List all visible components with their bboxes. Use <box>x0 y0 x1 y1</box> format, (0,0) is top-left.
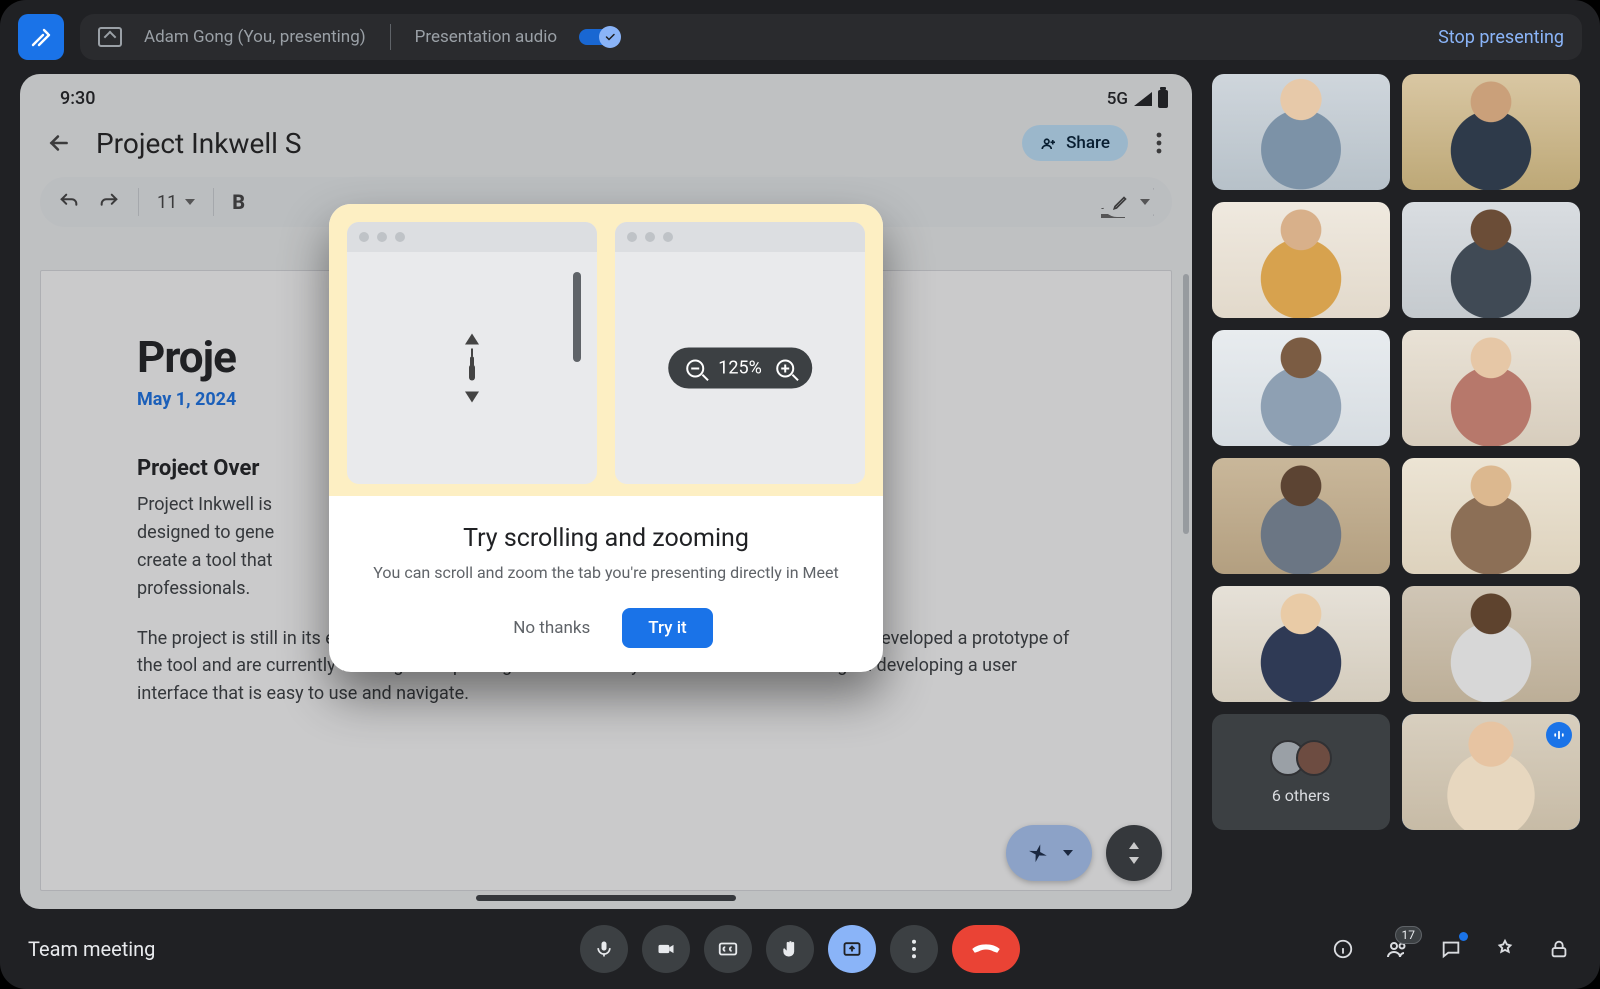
dialog-illustration: 125% <box>329 204 883 496</box>
zoom-out-icon <box>686 359 704 377</box>
others-tile[interactable]: 6 others <box>1212 714 1390 830</box>
caret-down-icon <box>185 199 195 205</box>
participant-tile[interactable]: Mai Oneill <box>1212 330 1390 446</box>
font-size-value: 11 <box>157 192 177 213</box>
chat-button[interactable] <box>1438 936 1464 962</box>
host-controls-button[interactable] <box>1546 936 1572 962</box>
feature-promo-dialog: 125% Try scrolling and zooming You can s… <box>329 204 883 672</box>
camera-button[interactable] <box>642 925 690 973</box>
divider <box>213 188 214 216</box>
captions-button[interactable] <box>704 925 752 973</box>
network-label: 5G <box>1107 89 1128 109</box>
presentation-stage: 9:30 5G Project Inkwell S Share <box>20 74 1192 909</box>
meeting-name: Team meeting <box>28 937 155 961</box>
illustration-zoom-panel: 125% <box>615 222 865 484</box>
avatar-stack-icon <box>1270 740 1332 776</box>
redo-button[interactable] <box>98 191 120 213</box>
main-area: 9:30 5G Project Inkwell S Share <box>0 70 1600 909</box>
presentation-audio-toggle[interactable] <box>579 29 617 45</box>
undo-button[interactable] <box>58 191 80 213</box>
self-tile[interactable]: You <box>1402 714 1580 830</box>
stop-presenting-link[interactable]: Stop presenting <box>1438 27 1564 48</box>
app-root: Adam Gong (You, presenting) Presentation… <box>0 0 1600 989</box>
bold-button[interactable]: B <box>232 190 245 214</box>
signal-icon <box>1134 92 1152 106</box>
share-button-label: Share <box>1066 133 1110 153</box>
caret-down-icon <box>1140 199 1150 205</box>
scroll-arrows-icon <box>1127 842 1141 864</box>
presentation-audio-label: Presentation audio <box>415 27 557 47</box>
zoom-level-label: 125% <box>718 358 762 379</box>
device-status-bar: 9:30 5G <box>20 74 1192 115</box>
zoom-in-icon <box>776 359 794 377</box>
present-button[interactable] <box>828 925 876 973</box>
participant-tile[interactable]: Nina Duffy <box>1402 458 1580 574</box>
divider <box>138 188 139 216</box>
raise-hand-button[interactable] <box>766 925 814 973</box>
mini-scrollbar-icon <box>573 272 581 362</box>
caret-down-icon <box>1063 850 1073 856</box>
people-count-badge: 17 <box>1395 926 1423 944</box>
activities-button[interactable] <box>1492 936 1518 962</box>
speaking-indicator-icon <box>1546 722 1572 748</box>
top-bar: Adam Gong (You, presenting) Presentation… <box>0 0 1600 70</box>
no-thanks-button[interactable]: No thanks <box>499 608 604 648</box>
call-controls <box>580 925 1020 973</box>
status-time: 9:30 <box>60 88 95 109</box>
scroll-fab[interactable] <box>1106 825 1162 881</box>
presenter-label: Adam Gong (You, presenting) <box>144 27 366 47</box>
presenter-info-pill: Adam Gong (You, presenting) Presentation… <box>80 14 1582 60</box>
leave-call-button[interactable] <box>952 925 1020 973</box>
back-button[interactable] <box>40 130 78 156</box>
present-to-all-icon <box>98 27 122 47</box>
participant-tile[interactable]: Alena Paterson <box>1402 330 1580 446</box>
participant-tile[interactable]: Hugo Novak <box>1402 586 1580 702</box>
doc-more-button[interactable] <box>1146 132 1172 154</box>
battery-icon <box>1158 90 1168 108</box>
doc-scrollbar-thumb[interactable] <box>1183 274 1189 534</box>
people-button[interactable]: 17 <box>1384 936 1410 962</box>
edit-mode-dropdown[interactable] <box>1102 187 1160 217</box>
participant-tile[interactable]: Cillian Garner <box>1212 74 1390 190</box>
more-options-button[interactable] <box>890 925 938 973</box>
participant-tile[interactable]: Lani Lee <box>1212 586 1390 702</box>
bottom-bar: Team meeting 17 <box>0 909 1600 989</box>
app-logo-icon <box>18 14 64 60</box>
others-label: 6 others <box>1272 786 1330 805</box>
mouse-scroll-icon <box>465 334 479 403</box>
doc-title[interactable]: Project Inkwell S <box>96 127 1004 160</box>
dialog-subtitle: You can scroll and zoom the tab you're p… <box>355 563 857 582</box>
participants-grid: Cillian Garner Marc Lopez Nanla Vu Joe C… <box>1212 74 1580 909</box>
try-it-button[interactable]: Try it <box>622 608 712 648</box>
status-icons: 5G <box>1107 89 1168 109</box>
font-size-selector[interactable]: 11 <box>157 192 195 213</box>
right-controls: 17 <box>1330 936 1572 962</box>
zoom-control-icon: 125% <box>668 348 812 389</box>
dialog-title: Try scrolling and zooming <box>355 524 857 553</box>
unread-dot-icon <box>1459 932 1468 941</box>
home-indicator <box>476 895 736 901</box>
ai-assist-fab[interactable] <box>1006 825 1092 881</box>
mic-button[interactable] <box>580 925 628 973</box>
meeting-details-button[interactable] <box>1330 936 1356 962</box>
participant-tile[interactable]: Nanla Vu <box>1212 202 1390 318</box>
illustration-scroll-panel <box>347 222 597 484</box>
participant-tile[interactable]: Rosa Michaels <box>1212 458 1390 574</box>
share-button[interactable]: Share <box>1022 125 1128 161</box>
divider <box>390 24 391 50</box>
doc-title-bar: Project Inkwell S Share <box>20 115 1192 171</box>
participant-tile[interactable]: Marc Lopez <box>1402 74 1580 190</box>
participant-tile[interactable]: Joe Carlson <box>1402 202 1580 318</box>
